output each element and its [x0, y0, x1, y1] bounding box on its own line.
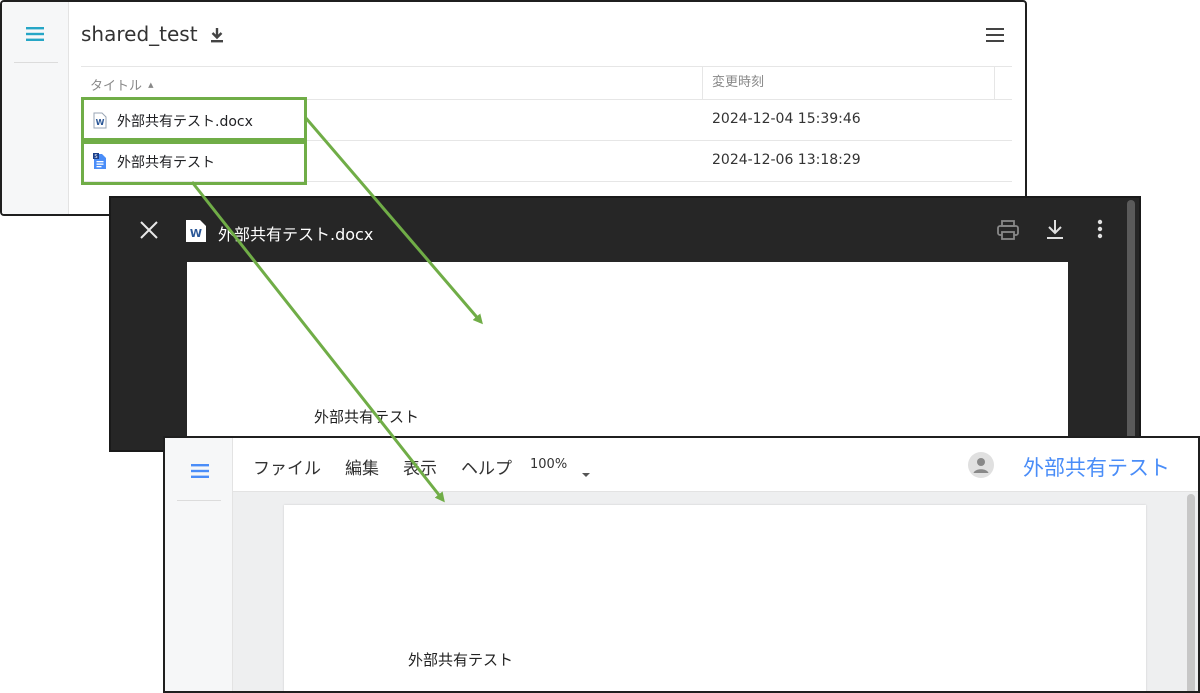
sidebar: [2, 2, 69, 214]
document-text: 外部共有テスト: [408, 651, 514, 669]
viewer-title: 外部共有テスト.docx: [218, 225, 374, 244]
document-page: 外部共有テスト: [284, 505, 1146, 691]
docs-menubar: ファイル 編集 表示 ヘルプ 100% 外部共有テスト: [233, 438, 1198, 492]
list-menu-icon[interactable]: [986, 27, 1004, 47]
folder-title: shared_test: [81, 22, 198, 46]
sort-ascending-icon: ▲: [148, 81, 154, 89]
download-icon[interactable]: [209, 26, 225, 48]
sidebar-divider: [14, 62, 58, 63]
file-list-window: shared_test タイトル ▲ 変更時刻 W 外部共有テスト.docx 2…: [0, 0, 1027, 216]
more-vert-icon[interactable]: [1097, 219, 1103, 243]
column-title-header[interactable]: タイトル ▲: [90, 75, 154, 94]
viewer-scrollbar[interactable]: [1127, 200, 1135, 450]
word-icon: W: [185, 219, 207, 247]
sidebar-divider: [177, 500, 221, 501]
document-text: 外部共有テスト: [314, 408, 420, 426]
column-title-label: タイトル: [90, 79, 143, 94]
document-title: 外部共有テスト: [1023, 456, 1170, 480]
avatar-icon[interactable]: [968, 452, 994, 483]
viewer-toolbar: W 外部共有テスト.docx: [111, 198, 1139, 262]
menu-file[interactable]: ファイル: [253, 454, 321, 479]
menu-view[interactable]: 表示: [403, 454, 437, 479]
docs-scrollbar[interactable]: [1187, 494, 1195, 691]
docx-viewer-window: W 外部共有テスト.docx 外部共有テスト: [109, 196, 1141, 452]
column-modified-header[interactable]: 変更時刻: [702, 67, 995, 99]
file-modified: 2024-12-04 15:39:46: [712, 111, 861, 127]
zoom-select[interactable]: 100%: [530, 457, 567, 472]
print-icon[interactable]: [997, 220, 1019, 244]
document-page: 外部共有テスト: [187, 262, 1068, 450]
download-icon[interactable]: [1045, 219, 1065, 245]
highlight-box-docx: [81, 97, 307, 141]
chevron-down-icon[interactable]: [581, 463, 591, 483]
menu-help[interactable]: ヘルプ: [461, 454, 512, 479]
hamburger-menu-icon[interactable]: [24, 25, 46, 47]
hamburger-menu-icon[interactable]: [189, 462, 211, 484]
sidebar: [165, 438, 233, 691]
svg-text:W: W: [190, 227, 202, 240]
menu-edit[interactable]: 編集: [345, 454, 379, 479]
file-modified: 2024-12-06 13:18:29: [712, 152, 861, 168]
table-header: タイトル ▲ 変更時刻: [81, 66, 1012, 100]
gdoc-viewer-window: ファイル 編集 表示 ヘルプ 100% 外部共有テスト 外部共有テスト: [163, 436, 1200, 693]
close-icon[interactable]: [139, 220, 159, 244]
highlight-box-gdoc: [81, 141, 307, 185]
